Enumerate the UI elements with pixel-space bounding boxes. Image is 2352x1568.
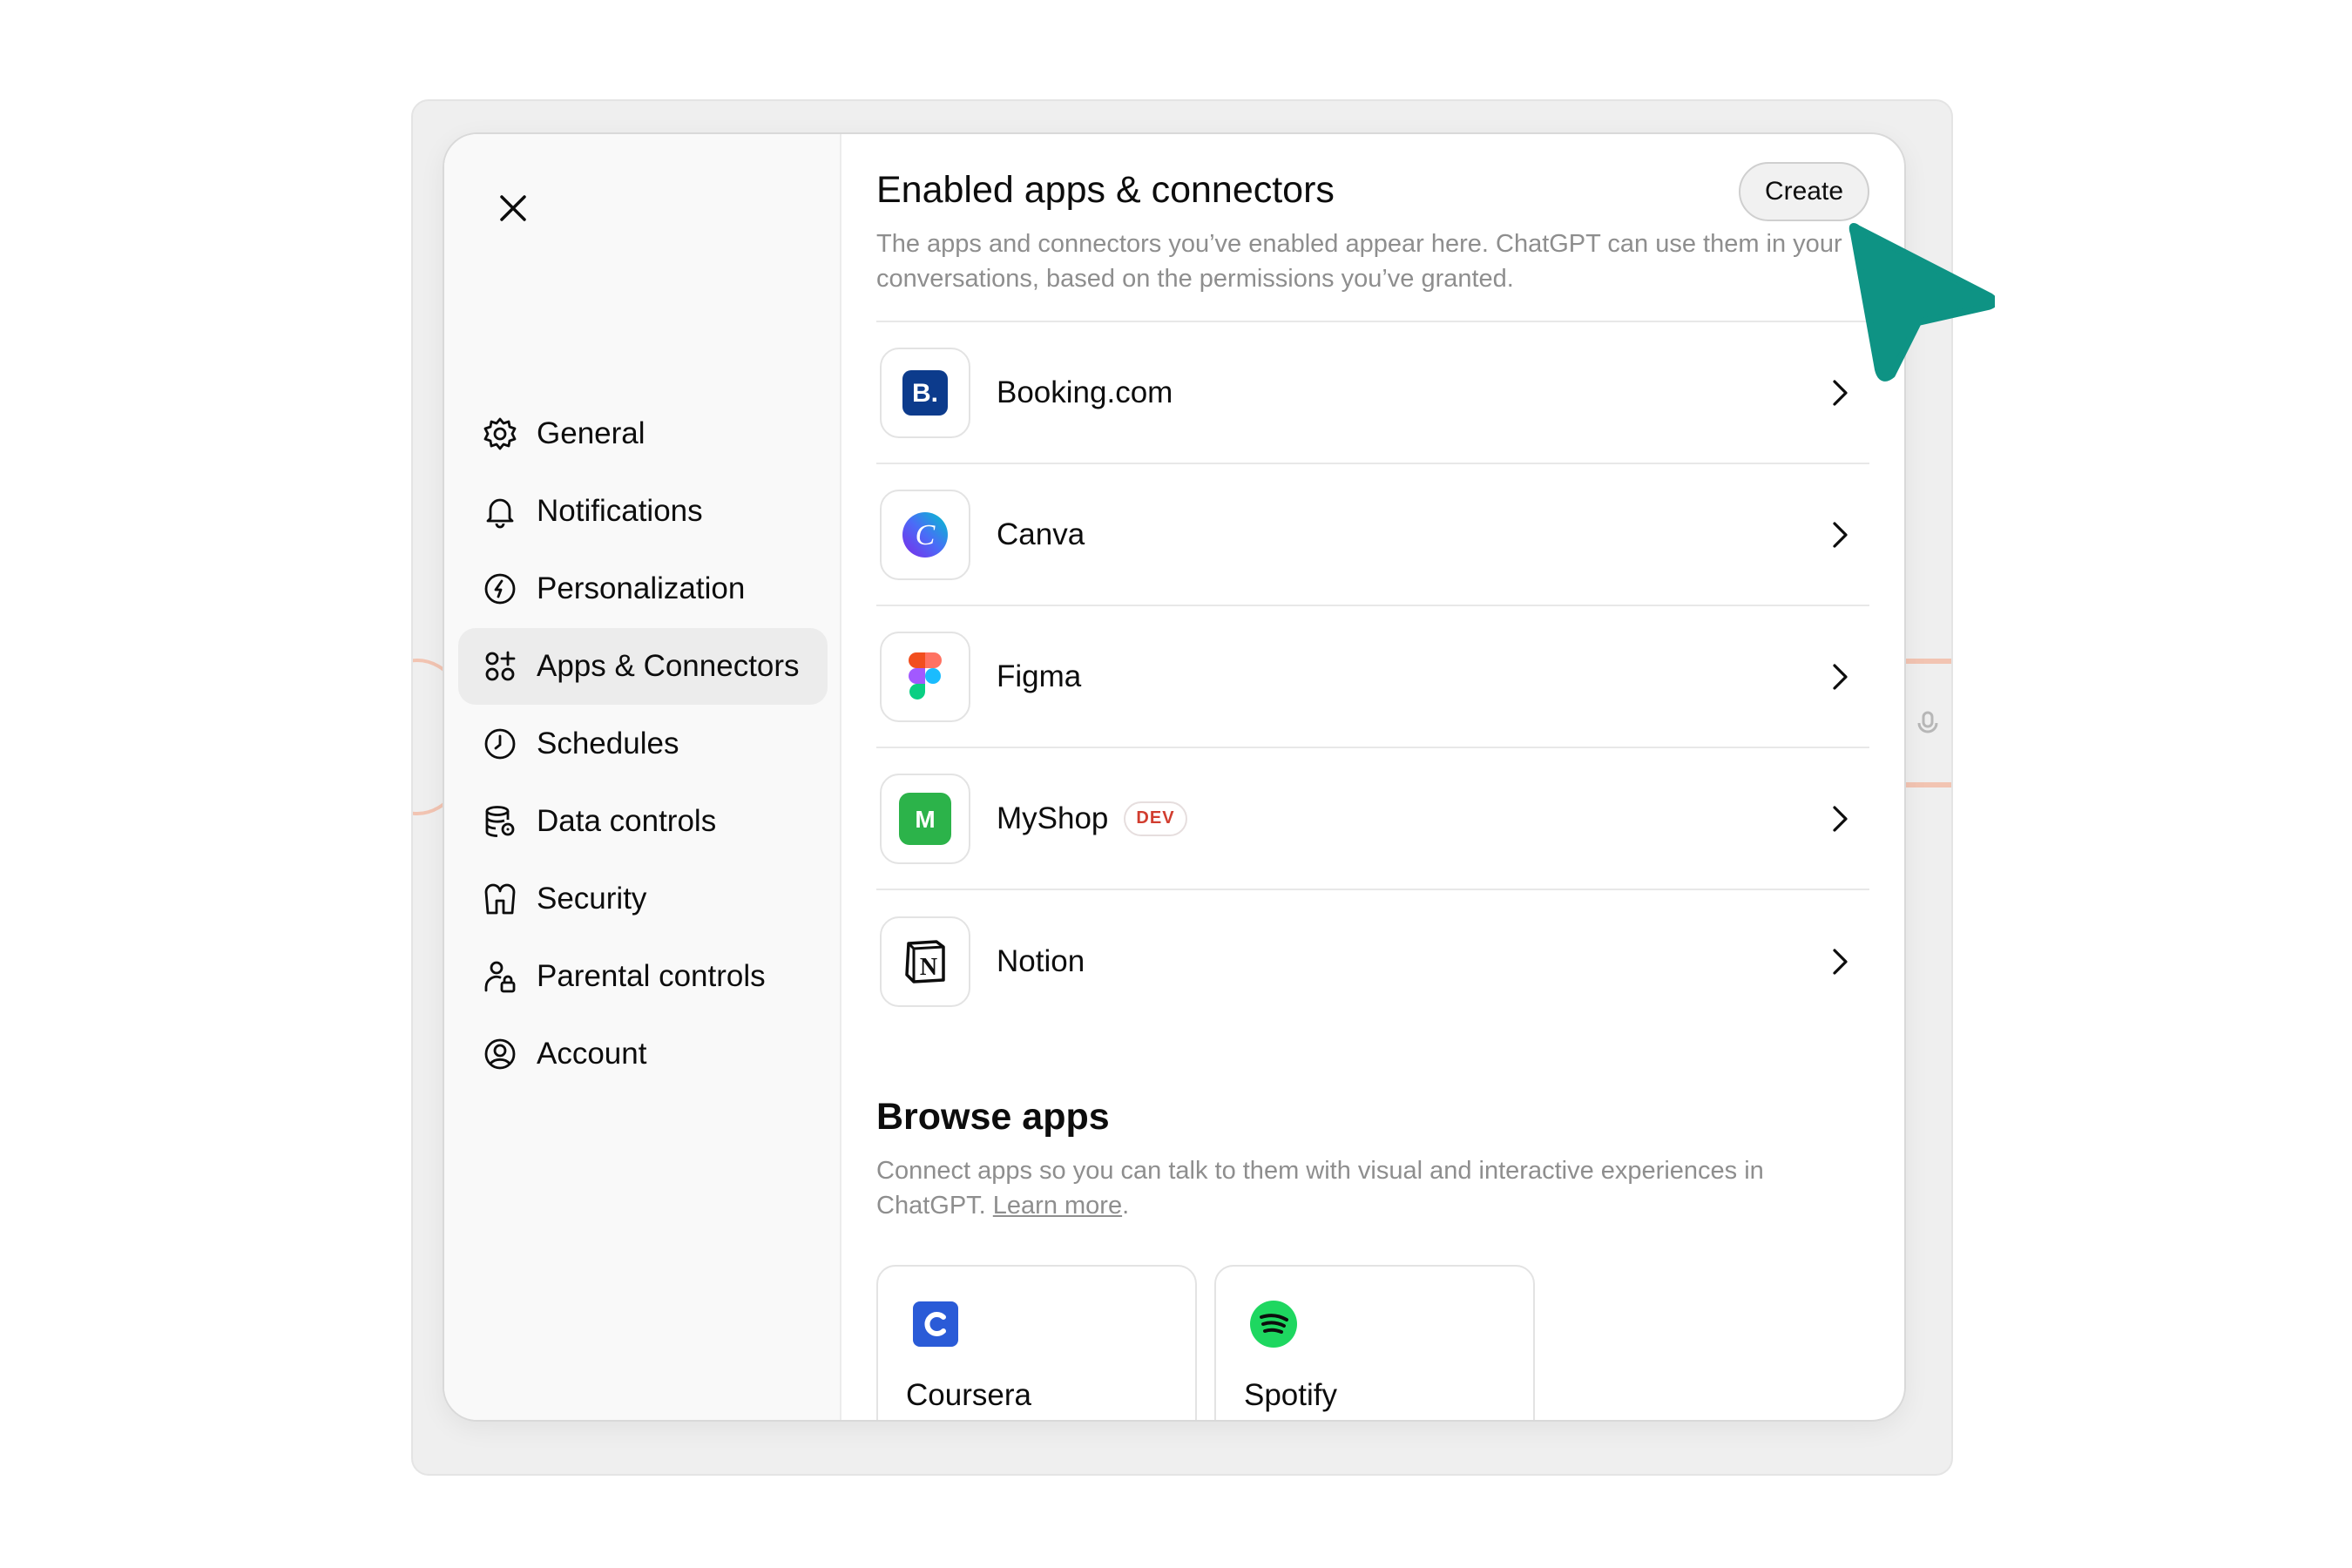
sidebar-item-label: Apps & Connectors <box>537 649 800 683</box>
sidebar-item-apps-connectors[interactable]: Apps & Connectors <box>458 628 828 705</box>
sidebar-item-label: General <box>537 416 645 450</box>
person-lock-icon <box>483 959 517 994</box>
chevron-right-icon <box>1833 805 1848 832</box>
sidebar-item-account[interactable]: Account <box>458 1016 828 1092</box>
sidebar-item-label: Personalization <box>537 571 746 605</box>
app-card-spotify[interactable]: Spotify <box>1214 1265 1535 1420</box>
app-name: Canva <box>997 517 1085 551</box>
user-circle-icon <box>483 1037 517 1071</box>
clock-icon <box>483 727 517 761</box>
browse-apps-grid: Coursera Spotify <box>876 1265 1535 1420</box>
svg-text:B.: B. <box>912 379 938 408</box>
enabled-apps-title: Enabled apps & connectors <box>876 169 1335 211</box>
settings-modal: General Notifications Personalization Ap… <box>443 132 1906 1422</box>
dev-badge: DEV <box>1124 801 1187 836</box>
sidebar-item-label: Data controls <box>537 804 717 838</box>
personalization-icon <box>483 571 517 606</box>
chevron-right-icon <box>1833 948 1848 975</box>
chevron-right-icon <box>1833 521 1848 548</box>
chevron-right-icon <box>1833 663 1848 690</box>
sidebar-item-label: Account <box>537 1037 647 1071</box>
app-name: MyShop <box>997 801 1109 835</box>
browse-description-period: . <box>1122 1192 1130 1220</box>
app-row-canva[interactable]: C Canva <box>876 464 1869 606</box>
bell-icon <box>483 494 517 529</box>
coursera-icon <box>913 1301 958 1347</box>
app-row-booking[interactable]: B. Booking.com <box>876 322 1869 464</box>
booking-icon: B. <box>880 347 970 438</box>
myshop-icon: M <box>880 773 970 864</box>
sidebar-item-parental-controls[interactable]: Parental controls <box>458 938 828 1015</box>
close-button[interactable] <box>483 178 544 239</box>
app-name: Figma <box>997 659 1082 693</box>
decorative-mic-icon <box>1917 711 1938 733</box>
canva-icon: C <box>880 489 970 580</box>
close-icon <box>500 195 526 221</box>
app-row-figma[interactable]: Figma <box>876 606 1869 748</box>
svg-text:N: N <box>920 954 937 981</box>
sidebar-item-notifications[interactable]: Notifications <box>458 473 828 550</box>
figma-icon <box>880 631 970 722</box>
sidebar-item-label: Parental controls <box>537 959 766 993</box>
svg-text:M: M <box>915 806 935 833</box>
sidebar-item-data-controls[interactable]: Data controls <box>458 783 828 860</box>
browse-apps-description: Connect apps so you can talk to them wit… <box>876 1153 1869 1223</box>
app-row-myshop[interactable]: M MyShop DEV <box>876 748 1869 890</box>
enabled-apps-description: The apps and connectors you’ve enabled a… <box>876 230 1842 293</box>
cursor-pointer-icon <box>1848 223 1995 382</box>
app-card-coursera[interactable]: Coursera <box>876 1265 1197 1420</box>
app-name: Booking.com <box>997 375 1173 409</box>
spotify-icon <box>1250 1301 1297 1348</box>
sidebar-item-general[interactable]: General <box>458 395 828 472</box>
settings-nav: General Notifications Personalization Ap… <box>458 395 828 1093</box>
app-card-name: Coursera <box>906 1378 1031 1412</box>
enabled-apps-list: B. Booking.com C Canva Figma M MyShop DE… <box>876 321 1869 1032</box>
app-name: Notion <box>997 943 1085 978</box>
browse-apps-title: Browse apps <box>876 1096 1110 1138</box>
sidebar-item-personalization[interactable]: Personalization <box>458 551 828 627</box>
svg-text:C: C <box>916 519 936 551</box>
gear-icon <box>483 416 517 451</box>
sidebar-item-security[interactable]: Security <box>458 861 828 937</box>
sidebar-item-label: Security <box>537 882 647 916</box>
sidebar-item-label: Schedules <box>537 727 679 760</box>
sidebar-item-label: Notifications <box>537 494 703 528</box>
notion-icon: N <box>880 916 970 1007</box>
app-row-notion[interactable]: N Notion <box>876 890 1869 1032</box>
database-gear-icon <box>483 804 517 839</box>
app-card-name: Spotify <box>1244 1378 1337 1412</box>
apps-icon <box>483 649 517 684</box>
sidebar-item-schedules[interactable]: Schedules <box>458 706 828 782</box>
shield-icon <box>483 882 517 916</box>
settings-main: Enabled apps & connectors Create The app… <box>841 134 1904 1420</box>
learn-more-link[interactable]: Learn more <box>993 1192 1122 1220</box>
settings-sidebar: General Notifications Personalization Ap… <box>444 134 841 1420</box>
